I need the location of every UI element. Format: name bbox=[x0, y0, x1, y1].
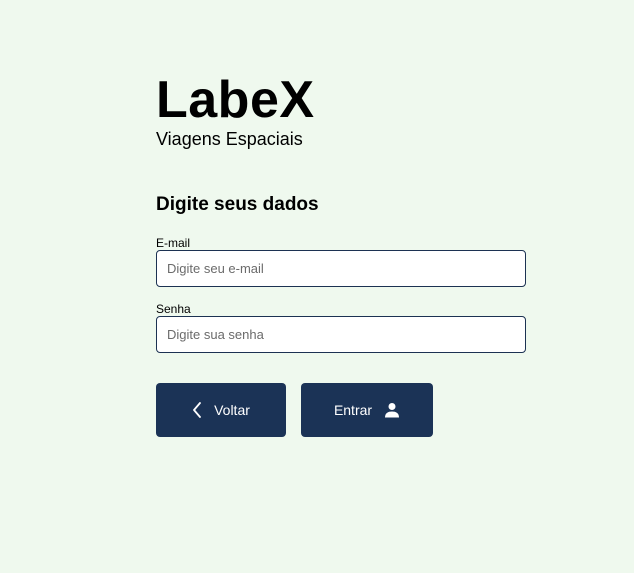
back-button-label: Voltar bbox=[214, 402, 250, 418]
password-field[interactable] bbox=[156, 316, 526, 353]
login-container: LabeX Viagens Espaciais Digite seus dado… bbox=[156, 71, 526, 437]
user-icon bbox=[384, 402, 400, 418]
enter-button[interactable]: Entrar bbox=[301, 383, 433, 437]
email-label: E-mail bbox=[156, 236, 191, 250]
brand-title: LabeX bbox=[156, 71, 315, 129]
email-field[interactable] bbox=[156, 250, 526, 287]
brand-subtitle: Viagens Espaciais bbox=[156, 129, 303, 149]
chevron-left-icon bbox=[192, 402, 202, 418]
enter-button-label: Entrar bbox=[333, 402, 373, 418]
back-button[interactable]: Voltar bbox=[156, 383, 286, 437]
password-label: Senha bbox=[156, 302, 191, 316]
form-heading: Digite seus dados bbox=[156, 194, 319, 215]
